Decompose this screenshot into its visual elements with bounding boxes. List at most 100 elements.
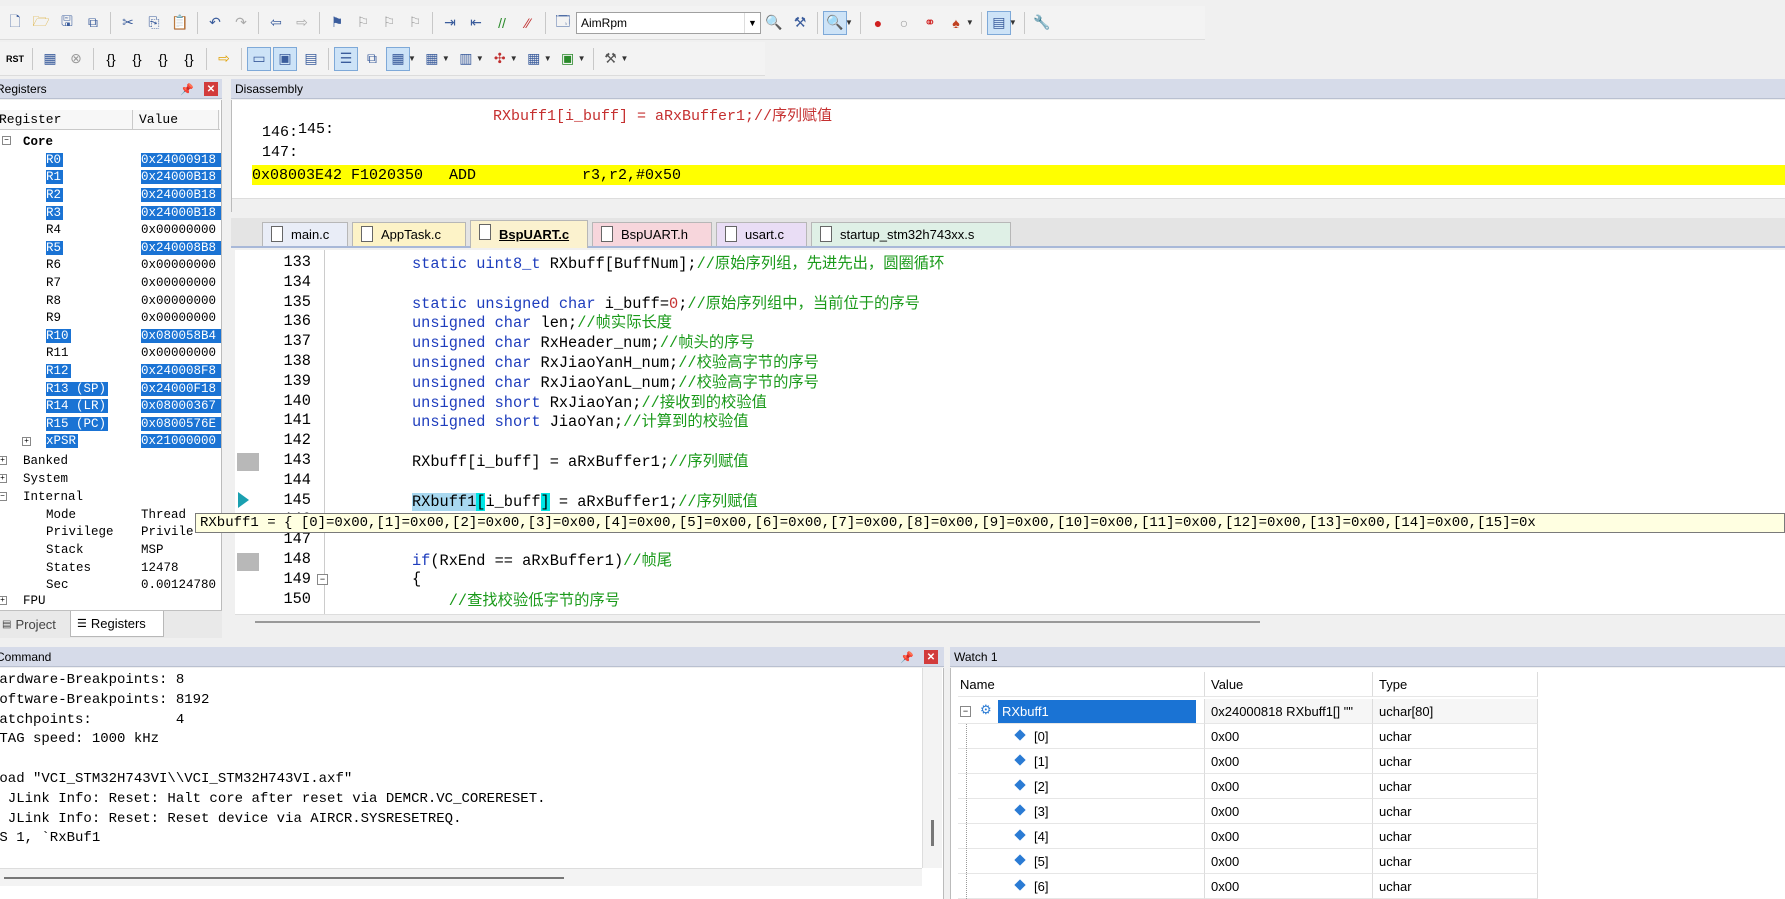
code-line[interactable]: 140 unsigned short RxJiaoYan;//接收到的校验值 bbox=[235, 390, 1785, 412]
registers-window-icon[interactable]: ☰ bbox=[334, 46, 358, 71]
code-text[interactable]: RXbuff[i_buff] = aRxBuffer1;//序列赋值 bbox=[412, 449, 749, 471]
register-row[interactable]: R10 0x080058B4 bbox=[0, 327, 222, 345]
watch-row[interactable]: [0] 0x00 uchar bbox=[958, 724, 1538, 749]
code-text[interactable]: unsigned short RxJiaoYan;//接收到的校验值 bbox=[412, 390, 767, 412]
register-row[interactable]: R15 (PC) 0x0800576E bbox=[0, 415, 222, 433]
chevron-down-icon[interactable]: ▼ bbox=[544, 54, 552, 63]
watch-row[interactable]: [2] 0x00 uchar bbox=[958, 774, 1538, 799]
pin-icon[interactable]: 📌 bbox=[180, 82, 194, 96]
tree-node-system[interactable]: + System bbox=[0, 470, 222, 488]
serial-window-icon[interactable]: ▥ bbox=[454, 47, 478, 71]
collapse-icon[interactable]: − bbox=[2, 136, 11, 145]
scroll-thumb[interactable] bbox=[255, 621, 1260, 623]
tree-node-banked[interactable]: + Banked bbox=[0, 452, 222, 470]
register-row[interactable]: + xPSR 0x21000000 bbox=[0, 433, 222, 451]
collapse-icon[interactable]: − bbox=[960, 706, 971, 717]
code-text[interactable]: //查找校验低字节的序号 bbox=[412, 588, 620, 610]
chevron-down-icon[interactable]: ▼ bbox=[476, 54, 484, 63]
editor-tab[interactable]: usart.c bbox=[716, 222, 807, 246]
code-text[interactable]: unsigned short JiaoYan;//计算到的校验值 bbox=[412, 409, 749, 431]
redo-icon[interactable]: ↷ bbox=[229, 11, 253, 35]
code-text[interactable]: RXbuff1[i_buff] = aRxBuffer1;//序列赋值 bbox=[412, 489, 758, 511]
show-next-icon[interactable]: ⇨ bbox=[212, 47, 236, 71]
code-text[interactable]: unsigned char len;//帧实际长度 bbox=[412, 310, 672, 332]
register-value[interactable]: 0x00000000 bbox=[141, 311, 216, 325]
code-text[interactable]: static uint8_t RXbuff[BuffNum];//原始序列组，先… bbox=[412, 251, 944, 273]
stop-icon[interactable]: ⊗ bbox=[64, 47, 88, 71]
register-value[interactable]: 0x00000000 bbox=[141, 276, 216, 290]
new-file-icon[interactable]: 🗋 bbox=[3, 11, 27, 35]
watch-name[interactable]: [4] bbox=[958, 824, 1204, 849]
watch-value[interactable]: 0x00 bbox=[1204, 799, 1372, 824]
code-text[interactable]: unsigned char RxHeader_num;//帧头的序号 bbox=[412, 330, 755, 352]
register-value[interactable]: 0x00000000 bbox=[141, 258, 216, 272]
tree-node-fpu[interactable]: + FPU bbox=[0, 592, 222, 610]
window-layout-icon[interactable]: ▤ bbox=[986, 10, 1011, 35]
code-line[interactable]: 145 RXbuff1[i_buff] = aRxBuffer1;//序列赋值 bbox=[235, 489, 1785, 511]
bookmark-prev-icon[interactable]: ⚐ bbox=[351, 11, 375, 35]
code-line[interactable]: 143 RXbuff[i_buff] = aRxBuffer1;//序列赋值 bbox=[235, 449, 1785, 471]
internal-row[interactable]: Mode Thread bbox=[0, 506, 222, 524]
watch-name[interactable]: [0] bbox=[958, 724, 1204, 749]
scroll-thumb[interactable] bbox=[931, 820, 934, 846]
tree-node-core[interactable]: − Core bbox=[0, 133, 222, 151]
watch-name[interactable]: [5] bbox=[958, 849, 1204, 874]
expand-icon[interactable]: + bbox=[0, 474, 7, 483]
open-folder-icon[interactable]: 🗁 bbox=[29, 11, 53, 35]
register-value[interactable]: 0x080058B4 bbox=[141, 328, 221, 343]
register-row[interactable]: R6 0x00000000 bbox=[0, 257, 222, 275]
watch-name[interactable]: [1] bbox=[958, 749, 1204, 774]
step-into-icon[interactable]: {} bbox=[99, 47, 123, 71]
bookmark-clear-icon[interactable]: ⚐ bbox=[403, 11, 427, 35]
watch-value[interactable]: 0x00 bbox=[1204, 774, 1372, 799]
register-row[interactable]: R12 0x240008F8 bbox=[0, 362, 222, 380]
code-line[interactable]: 142 bbox=[235, 430, 1785, 450]
col-name[interactable]: Name bbox=[958, 672, 1204, 697]
chevron-down-icon[interactable]: ▼ bbox=[578, 54, 586, 63]
gutter-marker[interactable] bbox=[237, 453, 259, 471]
code-line[interactable]: 135 static unsigned char i_buff=0;//原始序列… bbox=[235, 292, 1785, 313]
step-out-icon[interactable]: {} bbox=[151, 47, 175, 71]
undo-icon[interactable]: ↶ bbox=[203, 11, 227, 35]
register-value[interactable]: 0x00000000 bbox=[141, 294, 216, 308]
register-value[interactable]: 0x24000B18 bbox=[141, 205, 221, 220]
call-stack-icon[interactable]: ⧉ bbox=[360, 47, 384, 71]
watch-value[interactable]: 0x00 bbox=[1204, 849, 1372, 874]
register-row[interactable]: R8 0x00000000 bbox=[0, 292, 222, 310]
register-value[interactable]: 0x24000B18 bbox=[141, 187, 221, 202]
trace-window-icon[interactable]: ▦ bbox=[522, 47, 546, 71]
register-row[interactable]: R9 0x00000000 bbox=[0, 309, 222, 327]
watch-name[interactable]: [6] bbox=[958, 874, 1204, 899]
expand-icon[interactable]: + bbox=[0, 456, 7, 465]
toolbox-icon[interactable]: ⚒ bbox=[599, 47, 623, 71]
watch-name[interactable]: [2] bbox=[958, 774, 1204, 799]
debug-session-icon[interactable]: 🔍 bbox=[823, 10, 847, 35]
code-line[interactable]: 136 unsigned char len;//帧实际长度 bbox=[235, 310, 1785, 332]
code-line[interactable]: 138 unsigned char RxJiaoYanH_num;//校验高字节… bbox=[235, 351, 1785, 372]
watch-row[interactable]: [6] 0x00 uchar bbox=[958, 874, 1538, 899]
register-value[interactable]: 0x00000000 bbox=[141, 346, 216, 360]
chevron-down-icon[interactable]: ▼ bbox=[966, 18, 974, 27]
expand-icon[interactable]: + bbox=[22, 436, 31, 446]
watch-name[interactable]: [3] bbox=[958, 799, 1204, 824]
register-row[interactable]: R3 0x24000B18 bbox=[0, 204, 222, 222]
chevron-down-icon[interactable]: ▼ bbox=[744, 12, 760, 33]
watch-value[interactable]: 0x00 bbox=[1204, 824, 1372, 849]
watch-value[interactable]: 0x00 bbox=[1204, 874, 1372, 899]
bookmark-next-icon[interactable]: ⚐ bbox=[377, 11, 401, 35]
config-icon[interactable]: 🔧 bbox=[1030, 11, 1054, 35]
code-line[interactable]: 144 bbox=[235, 470, 1785, 490]
step-over-icon[interactable]: {} bbox=[125, 47, 149, 71]
chevron-down-icon[interactable]: ▼ bbox=[510, 54, 518, 63]
col-register[interactable]: Register bbox=[0, 110, 133, 129]
chevron-down-icon[interactable]: ▼ bbox=[845, 18, 853, 27]
col-type[interactable]: Type bbox=[1372, 672, 1538, 697]
breakpoint-menu-icon[interactable]: ♠ bbox=[944, 11, 968, 35]
register-row[interactable]: R7 0x00000000 bbox=[0, 274, 222, 292]
internal-row[interactable]: Privilege Privile bbox=[0, 524, 222, 542]
code-line[interactable]: 150 //查找校验低字节的序号 bbox=[235, 588, 1785, 610]
command-scrollbar-v[interactable] bbox=[922, 668, 942, 868]
code-line[interactable]: 137 unsigned char RxHeader_num;//帧头的序号 bbox=[235, 330, 1785, 352]
indent-icon[interactable]: ⇥ bbox=[438, 11, 462, 35]
chevron-down-icon[interactable]: ▼ bbox=[408, 54, 416, 63]
